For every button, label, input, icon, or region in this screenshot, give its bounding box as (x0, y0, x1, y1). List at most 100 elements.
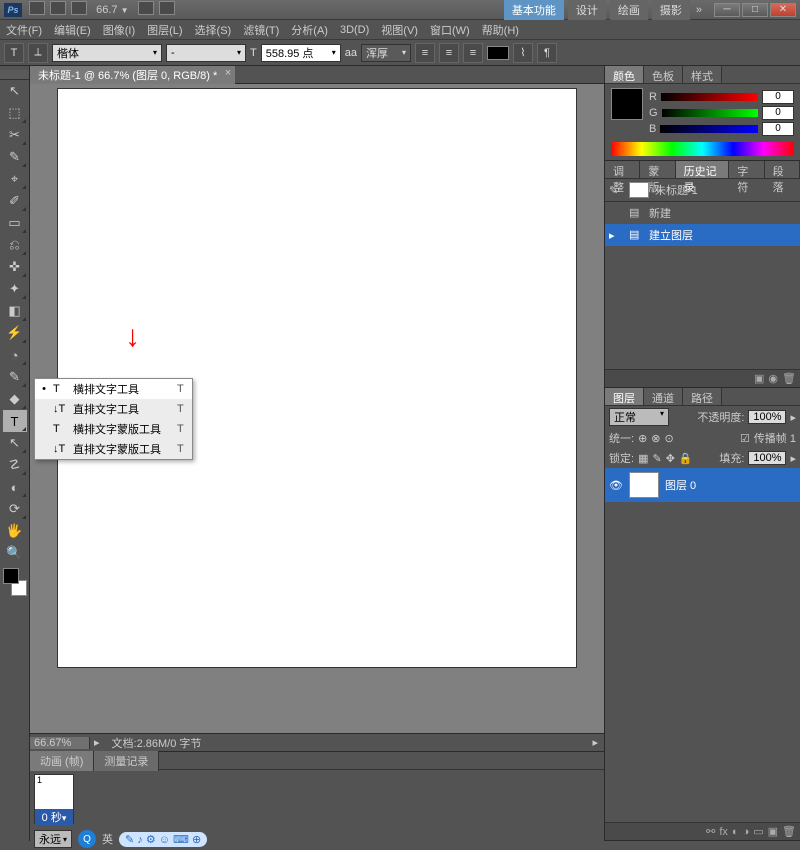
status-doc-info[interactable]: 文档:2.86M/0 字节 (104, 735, 587, 751)
menu-edit[interactable]: 编辑(E) (54, 22, 91, 38)
document-tab[interactable]: 未标题-1 @ 66.7% (图层 0, RGB/8) * (30, 66, 235, 84)
layer-name[interactable]: 图层 0 (665, 477, 696, 493)
tab-layers[interactable]: 图层 (605, 388, 644, 405)
history-new-doc-icon[interactable]: ▣ (754, 372, 764, 385)
workspace-more-icon[interactable]: » (696, 4, 702, 16)
tab-measurement[interactable]: 测量记录 (94, 751, 159, 771)
workspace-design[interactable]: 设计 (568, 0, 606, 20)
eraser-tool[interactable]: ◧ (3, 300, 27, 322)
layer-mask-icon[interactable]: ◐ (732, 826, 739, 838)
align-right-icon[interactable]: ≡ (463, 43, 483, 63)
frame-delay[interactable]: 0 秒▾ (35, 809, 73, 825)
path-select-tool[interactable]: ↖ (3, 432, 27, 454)
new-layer-icon[interactable]: ▣ (768, 825, 778, 838)
menu-select[interactable]: 选择(S) (195, 22, 232, 38)
quick-select-tool[interactable]: ✎ (3, 146, 27, 168)
b-value[interactable]: 0 (762, 122, 794, 136)
menu-file[interactable]: 文件(F) (6, 22, 42, 38)
lock-all-icon[interactable]: 🔒 (679, 452, 693, 465)
tool-preset-icon[interactable]: T (4, 43, 24, 63)
crop-tool[interactable]: ⌖ (3, 168, 27, 190)
brush-tool[interactable]: ⎌ (3, 234, 27, 256)
tab-paths[interactable]: 路径 (683, 388, 722, 405)
tab-styles[interactable]: 样式 (683, 66, 722, 83)
layer-thumbnail[interactable] (629, 472, 659, 498)
tab-paragraph[interactable]: 段落 (765, 161, 800, 178)
dodge-tool[interactable]: ✎ (3, 366, 27, 388)
link-layers-icon[interactable]: ⚯ (706, 825, 715, 838)
history-brush-tool[interactable]: ✦ (3, 278, 27, 300)
visibility-icon[interactable]: 👁 (609, 479, 623, 492)
g-slider[interactable] (662, 109, 758, 117)
flyout-horizontal-type-mask[interactable]: T横排文字蒙版工具T (35, 419, 192, 439)
workspace-basic[interactable]: 基本功能 (504, 0, 564, 20)
menu-window[interactable]: 窗口(W) (430, 22, 470, 38)
fill-input[interactable]: 100% (748, 451, 786, 465)
tab-swatches[interactable]: 色板 (644, 66, 683, 83)
history-snapshot[interactable]: ✎未标题-1 (605, 179, 800, 201)
ime-indicator-icon[interactable]: Q (78, 830, 96, 848)
pen-tool[interactable]: ◆ (3, 388, 27, 410)
g-value[interactable]: 0 (762, 106, 794, 120)
tab-adjustments[interactable]: 调整 (605, 161, 640, 178)
window-maximize-button[interactable]: □ (742, 3, 768, 17)
type-tool[interactable]: T (3, 410, 27, 432)
workspace-photography[interactable]: 摄影 (652, 0, 690, 20)
delete-layer-icon[interactable]: 🗑 (782, 825, 796, 838)
menu-layer[interactable]: 图层(L) (147, 22, 182, 38)
foreground-color-swatch[interactable] (3, 568, 19, 584)
character-panel-icon[interactable]: ¶ (537, 43, 557, 63)
ime-toolbar[interactable]: ✎ ♪ ⚙ ☺ ⌨ ⊕ (119, 832, 207, 847)
spectrum-ramp[interactable] (611, 142, 794, 156)
tab-color[interactable]: 颜色 (605, 66, 644, 83)
menu-help[interactable]: 帮助(H) (482, 22, 519, 38)
r-slider[interactable] (661, 93, 758, 101)
move-tool[interactable]: ↖ (3, 80, 27, 102)
screen-mode-icon[interactable] (71, 1, 87, 15)
healing-tool[interactable]: ▭ (3, 212, 27, 234)
lock-position-icon[interactable]: ✥ (666, 452, 675, 465)
tab-history[interactable]: 历史记录 (676, 161, 730, 178)
font-family-select[interactable]: 楷体▾ (52, 44, 162, 62)
3d-tool[interactable]: ◐ (3, 476, 27, 498)
history-delete-icon[interactable]: 🗑 (782, 372, 796, 385)
arrange-docs-icon[interactable] (159, 1, 175, 15)
gradient-tool[interactable]: ⚡ (3, 322, 27, 344)
history-item-create-layer[interactable]: ▸▤建立图层 (605, 224, 800, 246)
window-close-button[interactable]: ✕ (770, 3, 796, 17)
marquee-tool[interactable]: ⬚ (3, 102, 27, 124)
zoom-display[interactable]: 66.7 ▼ (96, 4, 128, 16)
clone-tool[interactable]: ✜ (3, 256, 27, 278)
color-swatches[interactable] (3, 568, 27, 596)
shape-tool[interactable]: ☡ (3, 454, 27, 476)
history-snapshot-icon[interactable]: ◉ (768, 372, 778, 385)
tab-animation[interactable]: 动画 (帧) (30, 751, 94, 771)
tab-masks[interactable]: 蒙版 (640, 161, 675, 178)
propagate-label[interactable]: 传播帧 1 (754, 430, 796, 446)
panel-color-swatch[interactable] (611, 88, 643, 120)
layer-row[interactable]: 👁 图层 0 (605, 468, 800, 502)
menu-view[interactable]: 视图(V) (381, 22, 418, 38)
zoom-tool[interactable]: 🔍 (3, 542, 27, 564)
blend-mode-select[interactable]: 正常▾ (609, 408, 669, 426)
menu-filter[interactable]: 滤镜(T) (243, 22, 279, 38)
layer-style-icon[interactable]: fx (719, 826, 728, 838)
antialias-select[interactable]: 浑厚▾ (361, 44, 411, 62)
flyout-horizontal-type[interactable]: •T横排文字工具T (35, 379, 192, 399)
flyout-vertical-type-mask[interactable]: ↓T直排文字蒙版工具T (35, 439, 192, 459)
font-size-select[interactable]: 558.95 点▾ (261, 44, 341, 62)
lock-transparency-icon[interactable]: ▦ (638, 452, 648, 465)
mini-bridge-icon[interactable] (50, 1, 66, 15)
view-extras-icon[interactable] (138, 1, 154, 15)
layer-group-icon[interactable]: ▭ (753, 825, 763, 838)
tab-character[interactable]: 字符 (729, 161, 764, 178)
adjustment-layer-icon[interactable]: ◑ (743, 826, 750, 838)
unify-position-icon[interactable]: ⊕ (638, 432, 647, 445)
hand-tool[interactable]: 🖐 (3, 520, 27, 542)
menu-image[interactable]: 图像(I) (103, 22, 135, 38)
text-color-swatch[interactable] (487, 46, 509, 60)
text-orientation-icon[interactable]: ⟂ (28, 43, 48, 63)
r-value[interactable]: 0 (762, 90, 794, 104)
unify-visibility-icon[interactable]: ⊗ (651, 432, 660, 445)
workspace-painting[interactable]: 绘画 (610, 0, 648, 20)
